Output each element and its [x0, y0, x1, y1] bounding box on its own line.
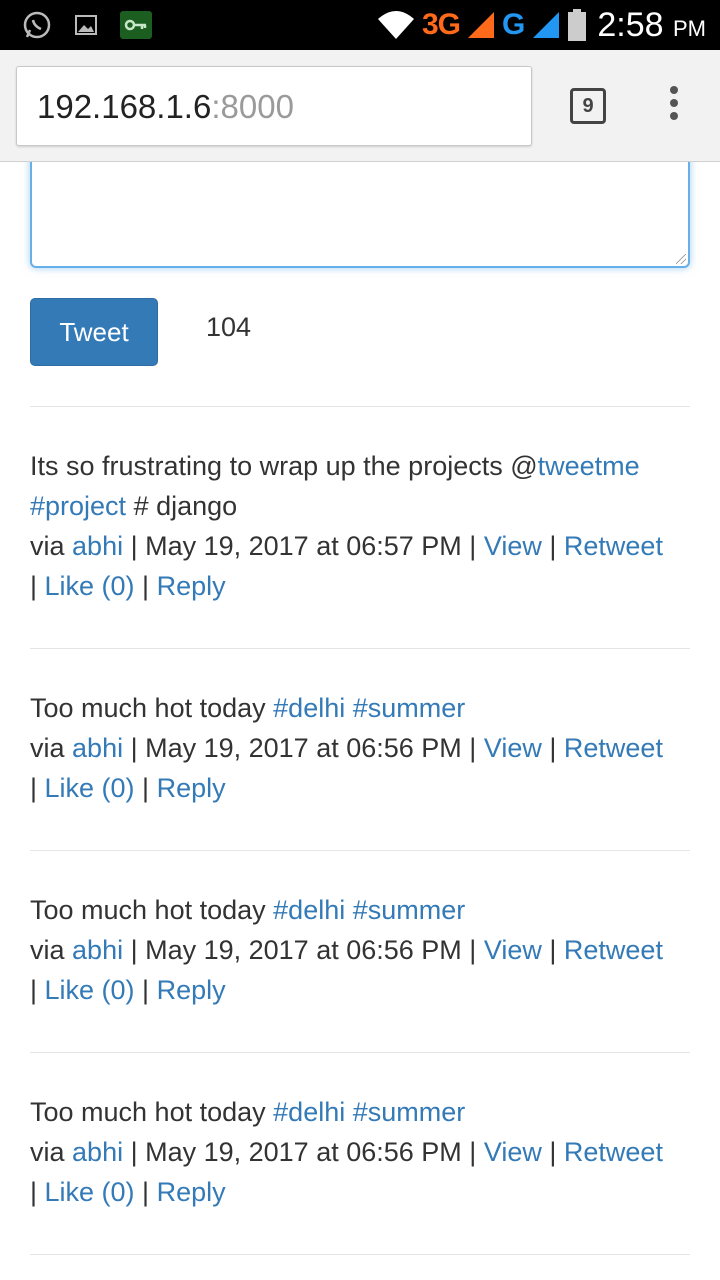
- tweet-meta: via abhi | May 19, 2017 at 06:57 PM | Vi…: [30, 531, 663, 561]
- tweet-item: Too much hot today #delhi #summer via ab…: [30, 688, 690, 808]
- tweet-actions: | Like (0) | Reply: [30, 1177, 226, 1207]
- tweet-actions: | Like (0) | Reply: [30, 975, 226, 1005]
- divider: [30, 1052, 690, 1053]
- wifi-icon: [377, 11, 414, 39]
- page-content: Tweet 104 Its so frustrating to wrap up …: [0, 162, 720, 1280]
- tweet-item: Its so frustrating to wrap up the projec…: [30, 446, 690, 606]
- tweet-actions: | Like (0) | Reply: [30, 571, 226, 601]
- signal-icon: [533, 12, 560, 38]
- tweet-button[interactable]: Tweet: [30, 298, 158, 366]
- network-g-label: G: [502, 8, 526, 41]
- reply-link[interactable]: Reply: [157, 773, 226, 803]
- tweet-textarea[interactable]: [30, 162, 690, 268]
- whatsapp-icon: [23, 11, 51, 39]
- divider: [30, 406, 690, 407]
- tab-switcher-button[interactable]: 9: [570, 88, 606, 124]
- view-link[interactable]: View: [484, 531, 542, 561]
- hashtag-link[interactable]: #project: [30, 491, 126, 521]
- tweet-item: Too much hot today #delhi #summer via ab…: [30, 890, 690, 1010]
- divider: [30, 648, 690, 649]
- retweet-link[interactable]: Retweet: [564, 935, 663, 965]
- url-port: :8000: [211, 88, 294, 125]
- user-link[interactable]: abhi: [72, 531, 123, 561]
- resize-handle-icon[interactable]: [676, 254, 686, 264]
- hashtag-link[interactable]: #delhi: [273, 895, 345, 925]
- divider: [30, 1254, 690, 1255]
- hashtag-link[interactable]: #delhi: [273, 1097, 345, 1127]
- network-3g-label: 3G: [421, 8, 461, 41]
- hashtag-link[interactable]: #summer: [353, 895, 466, 925]
- hashtag-link[interactable]: #delhi: [273, 693, 345, 723]
- status-bar: 3G G 2:58 PM: [0, 0, 720, 50]
- signal-icon: [468, 12, 495, 38]
- reply-link[interactable]: Reply: [157, 571, 226, 601]
- tweet-meta: via abhi | May 19, 2017 at 06:56 PM | Vi…: [30, 935, 663, 965]
- gallery-icon: [75, 15, 97, 35]
- tweet-actions: | Like (0) | Reply: [30, 773, 226, 803]
- view-link[interactable]: View: [484, 935, 542, 965]
- tweet-meta: via abhi | May 19, 2017 at 06:56 PM | Vi…: [30, 733, 663, 763]
- mention-link[interactable]: tweetme: [538, 451, 640, 481]
- overflow-menu-icon[interactable]: [662, 86, 686, 126]
- like-link[interactable]: Like (0): [45, 1177, 135, 1207]
- divider: [30, 850, 690, 851]
- retweet-link[interactable]: Retweet: [564, 531, 663, 561]
- user-link[interactable]: abhi: [72, 733, 123, 763]
- url-host: 192.168.1.6: [37, 88, 212, 125]
- hashtag-link[interactable]: #summer: [353, 1097, 466, 1127]
- address-bar[interactable]: 192.168.1.6:8000: [16, 66, 532, 146]
- like-link[interactable]: Like (0): [45, 571, 135, 601]
- clock: 2:58 PM: [597, 5, 706, 44]
- vpn-key-icon: [120, 11, 152, 39]
- tweet-content: Its so frustrating to wrap up the projec…: [30, 451, 640, 521]
- user-link[interactable]: abhi: [72, 1137, 123, 1167]
- tweet-content: Too much hot today #delhi #summer: [30, 693, 466, 723]
- user-link[interactable]: abhi: [72, 935, 123, 965]
- tweet-content: Too much hot today #delhi #summer: [30, 1097, 466, 1127]
- view-link[interactable]: View: [484, 733, 542, 763]
- battery-icon: [568, 9, 587, 41]
- retweet-link[interactable]: Retweet: [564, 733, 663, 763]
- reply-link[interactable]: Reply: [157, 1177, 226, 1207]
- tweet-content: Too much hot today #delhi #summer: [30, 895, 466, 925]
- tweet-meta: via abhi | May 19, 2017 at 06:56 PM | Vi…: [30, 1137, 663, 1167]
- reply-link[interactable]: Reply: [157, 975, 226, 1005]
- character-count: 104: [206, 312, 252, 342]
- browser-toolbar: 192.168.1.6:8000 9: [0, 50, 720, 162]
- notification-icons: [22, 10, 152, 40]
- retweet-link[interactable]: Retweet: [564, 1137, 663, 1167]
- like-link[interactable]: Like (0): [45, 975, 135, 1005]
- hashtag-link[interactable]: #summer: [353, 693, 466, 723]
- tweet-item: Too much hot today #delhi #summer via ab…: [30, 1092, 690, 1212]
- system-status: 3G G 2:58 PM: [376, 4, 706, 46]
- view-link[interactable]: View: [484, 1137, 542, 1167]
- like-link[interactable]: Like (0): [45, 773, 135, 803]
